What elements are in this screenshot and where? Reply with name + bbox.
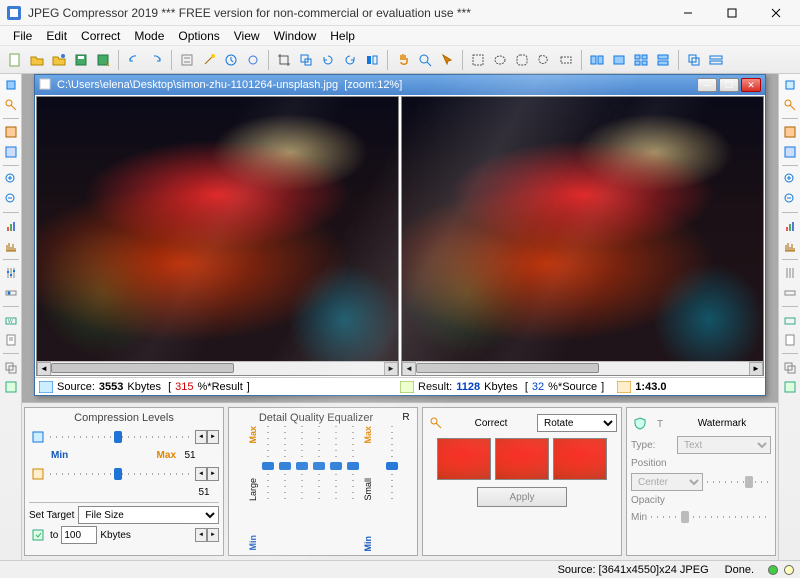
pan-icon[interactable]: [392, 49, 414, 71]
save-icon[interactable]: [70, 49, 92, 71]
menu-correct[interactable]: Correct: [74, 27, 127, 45]
redo-icon[interactable]: [145, 49, 167, 71]
status-done: Done.: [717, 564, 762, 576]
wm-type-select: Text: [677, 436, 771, 454]
window-title: JPEG Compressor 2019 *** FREE version fo…: [28, 6, 666, 20]
rotate-right-icon[interactable]: [339, 49, 361, 71]
view-stack-icon[interactable]: [652, 49, 674, 71]
maximize-button[interactable]: [710, 0, 754, 26]
menu-bar: File Edit Correct Mode Options View Wind…: [0, 26, 800, 46]
minimize-button[interactable]: [666, 0, 710, 26]
settings-icon[interactable]: [176, 49, 198, 71]
menu-mode[interactable]: Mode: [127, 27, 171, 45]
select-fixed-icon[interactable]: [555, 49, 577, 71]
status-source-info: Source: [3641x4550]x24 JPEG: [550, 564, 717, 576]
new-icon[interactable]: [4, 49, 26, 71]
correct-panel: Correct Rotate Apply: [422, 407, 622, 556]
close-button[interactable]: [754, 0, 798, 26]
refresh-icon[interactable]: [242, 49, 264, 71]
view-tile-icon[interactable]: [630, 49, 652, 71]
status-led-yellow: [784, 565, 794, 575]
status-led-green: [768, 565, 778, 575]
view-dual-icon[interactable]: [586, 49, 608, 71]
rotate-left-icon[interactable]: [317, 49, 339, 71]
zoom-tool-icon[interactable]: [414, 49, 436, 71]
correct-preview-3[interactable]: [553, 438, 607, 480]
save-as-icon[interactable]: [92, 49, 114, 71]
menu-help[interactable]: Help: [323, 27, 362, 45]
menu-options[interactable]: Options: [171, 27, 226, 45]
select-round-icon[interactable]: [511, 49, 533, 71]
open-icon[interactable]: [26, 49, 48, 71]
flip-icon[interactable]: [361, 49, 383, 71]
view-single-icon[interactable]: [608, 49, 630, 71]
crop-icon[interactable]: [273, 49, 295, 71]
cascade-icon[interactable]: [683, 49, 705, 71]
wand-icon[interactable]: [198, 49, 220, 71]
app-icon: [6, 5, 22, 21]
select-free-icon[interactable]: [533, 49, 555, 71]
resize-icon[interactable]: [295, 49, 317, 71]
select-rect-icon[interactable]: [467, 49, 489, 71]
menu-window[interactable]: Window: [267, 27, 324, 45]
title-bar: JPEG Compressor 2019 *** FREE version fo…: [0, 0, 800, 26]
auto-icon[interactable]: [220, 49, 242, 71]
select-ellipse-icon[interactable]: [489, 49, 511, 71]
status-bar: Source: [3641x4550]x24 JPEG Done.: [0, 560, 800, 578]
wm-pos-slider: [707, 475, 771, 489]
wm-pos-select: Center: [631, 473, 703, 491]
undo-icon[interactable]: [123, 49, 145, 71]
menu-edit[interactable]: Edit: [39, 27, 74, 45]
menu-file[interactable]: File: [6, 27, 39, 45]
wm-opacity-slider: [651, 510, 771, 524]
main-toolbar: [0, 46, 800, 74]
menu-view[interactable]: View: [227, 27, 267, 45]
tile-h-icon[interactable]: [705, 49, 727, 71]
bottom-panels: Compression Levels ◄► Min Max ◄►: [22, 402, 778, 560]
pick-icon[interactable]: [436, 49, 458, 71]
open2-icon[interactable]: [48, 49, 70, 71]
